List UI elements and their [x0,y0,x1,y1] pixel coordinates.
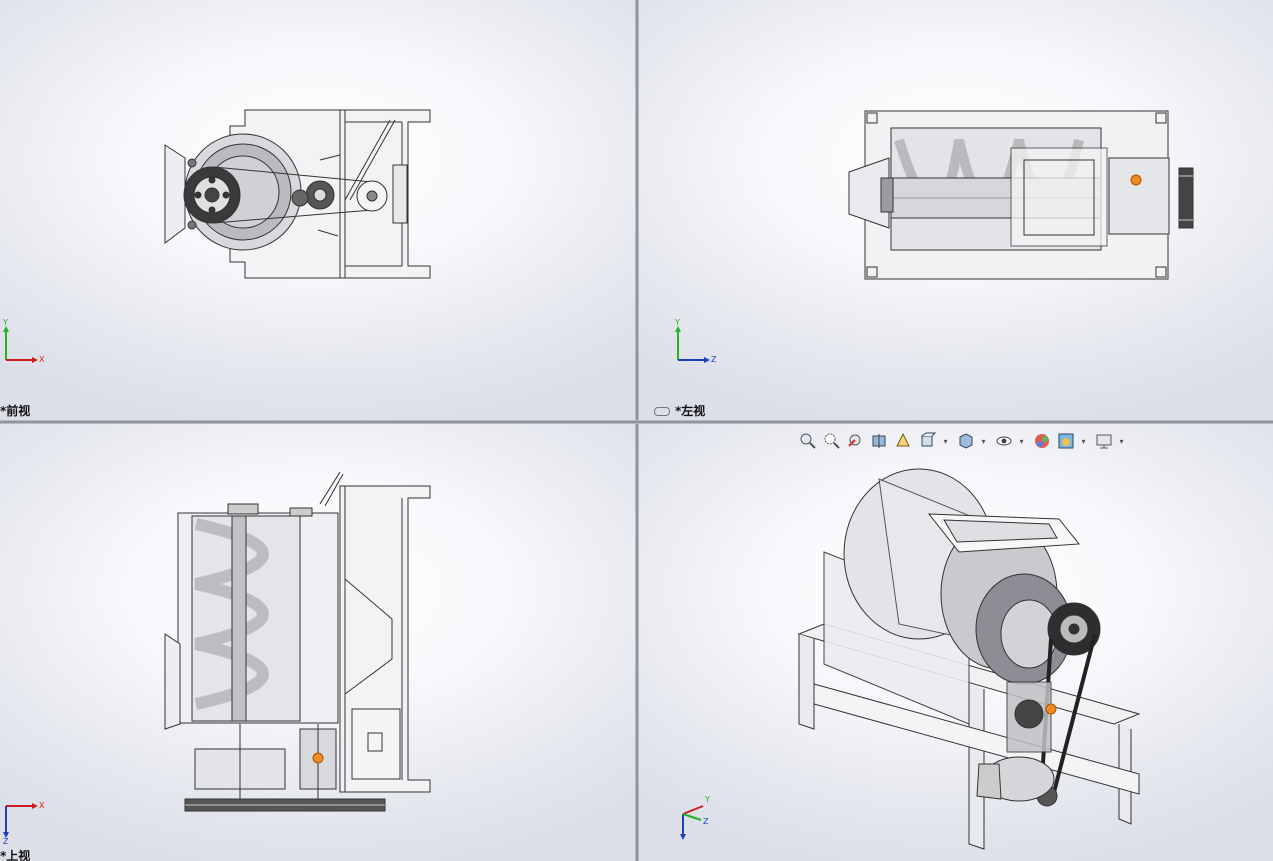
axis-z-label: Z [3,837,9,844]
axis-y-label: Y [704,795,710,804]
view-label-top[interactable]: *上视 [0,847,30,861]
axis-x-label: X [39,801,45,810]
view-label-front[interactable]: *前视 [0,402,30,419]
axis-z-label: Z [711,355,717,364]
top-view-model [164,471,431,812]
axis-triad-top: X Z [3,801,45,844]
viewport-front[interactable]: Y X *前视 [0,0,635,420]
front-view-model [164,109,431,279]
axis-triad-front: Y X [2,318,45,364]
viewport-top[interactable]: X Z *上视 [0,424,635,861]
isometric-view-model [797,468,1141,850]
viewport-isometric[interactable]: ▾ ▾ ▾ ▾ ▾ Y Z [639,424,1273,861]
left-view-model [848,110,1194,280]
view-label-left[interactable]: *左视 [654,402,705,419]
axis-triad-isometric: Y Z [680,795,710,840]
axis-x-label: X [39,355,45,364]
viewport-left[interactable]: Y Z *左视 [639,0,1273,420]
link-views-icon[interactable] [654,407,670,416]
axis-z-label: Z [703,817,709,826]
axis-y-label: Y [2,318,8,327]
axis-y-label: Y [674,318,680,327]
axis-triad-left: Y Z [674,318,717,364]
